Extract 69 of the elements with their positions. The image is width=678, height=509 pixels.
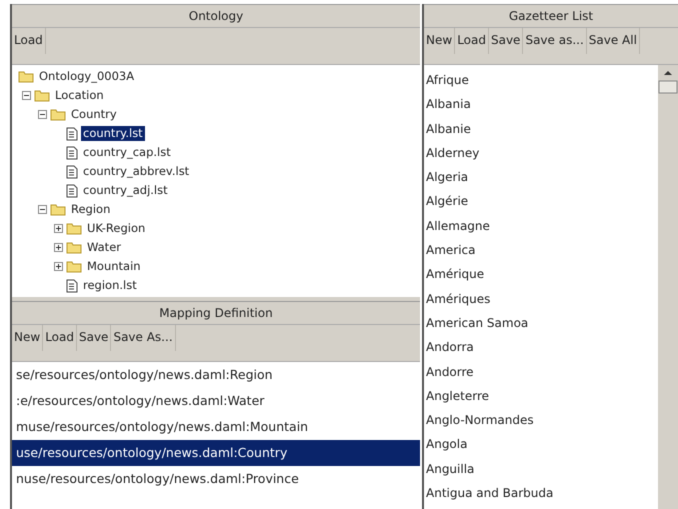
tree-item[interactable]: Country	[69, 107, 119, 122]
toolbar-button[interactable]: Save All	[586, 28, 640, 54]
tree-item[interactable]: country_cap.lst	[81, 145, 173, 160]
file-icon	[66, 126, 78, 140]
folder-icon	[66, 241, 82, 254]
folder-icon	[66, 222, 82, 235]
tree-item[interactable]: country.lst	[81, 126, 145, 141]
folder-icon	[34, 89, 50, 102]
scrollbar-thumb[interactable]	[658, 80, 678, 94]
folder-icon	[66, 260, 82, 273]
list-item[interactable]: Angleterre	[424, 384, 658, 408]
file-icon	[66, 278, 78, 292]
file-icon	[66, 146, 78, 160]
list-item[interactable]: Andorre	[424, 360, 658, 384]
expand-icon[interactable]	[54, 224, 62, 233]
tree-item[interactable]: Region	[69, 202, 112, 217]
folder-icon	[18, 70, 34, 83]
folder-icon	[50, 108, 66, 121]
toolbar-button[interactable]: Save as...	[523, 28, 587, 54]
list-item[interactable]: nuse/resources/ontology/news.daml:Province	[12, 466, 420, 492]
tree-item[interactable]: Mountain	[85, 259, 143, 274]
toolbar-button[interactable]: Load	[455, 28, 489, 54]
list-item[interactable]: Anglo-Normandes	[424, 408, 658, 432]
expand-icon[interactable]	[54, 243, 62, 252]
list-item[interactable]: Algeria	[424, 165, 658, 190]
scrollbar[interactable]	[658, 65, 678, 509]
expand-icon[interactable]	[54, 262, 62, 271]
toolbar-button[interactable]: Save As...	[111, 325, 176, 351]
collapse-icon[interactable]	[38, 205, 46, 214]
folder-icon	[50, 203, 66, 216]
list-item[interactable]: Amérique	[424, 262, 658, 287]
list-item[interactable]: America	[424, 238, 658, 262]
tree-item[interactable]: Ontology_0003A	[37, 69, 136, 84]
tree-item[interactable]: UK-Region	[85, 221, 148, 236]
collapse-icon[interactable]	[38, 110, 46, 119]
tree-item[interactable]: country_abbrev.lst	[81, 164, 192, 179]
toolbar-button[interactable]: Load	[43, 325, 77, 351]
panel-title: Mapping Definition	[12, 301, 420, 325]
list-item[interactable]: Alderney	[424, 140, 658, 166]
toolbar-button[interactable]: Load	[12, 28, 46, 54]
list-item[interactable]: Allemagne	[424, 214, 658, 238]
toolbar-button[interactable]: Save	[76, 325, 112, 351]
toolbar-button[interactable]: New	[12, 325, 44, 351]
collapse-icon[interactable]	[22, 91, 30, 100]
list-item[interactable]: Albanie	[424, 116, 658, 141]
list-item[interactable]: muse/resources/ontology/news.daml:Mountain	[12, 414, 420, 440]
file-icon	[66, 184, 78, 198]
tree-item[interactable]: Water	[85, 240, 123, 255]
list-item[interactable]: Angola	[424, 432, 658, 457]
panel-title: Gazetteer List	[424, 4, 678, 28]
scroll-up-icon[interactable]	[664, 71, 672, 75]
list-item[interactable]: se/resources/ontology/news.daml:Region	[12, 362, 420, 388]
file-icon	[66, 164, 78, 178]
list-item[interactable]: Andorra	[424, 335, 658, 360]
list-item[interactable]: Afrique	[424, 68, 658, 92]
toolbar-button[interactable]: Save	[488, 28, 524, 54]
toolbar-button[interactable]: New	[424, 28, 456, 54]
list-item[interactable]: Anguilla	[424, 456, 658, 482]
tree-item[interactable]: region.lst	[81, 278, 139, 293]
tree-item[interactable]: country_adj.lst	[81, 183, 170, 198]
list-item[interactable]: use/resources/ontology/news.daml:Country	[12, 440, 420, 466]
list-item[interactable]: Albania	[424, 92, 658, 117]
list-item[interactable]: Algérie	[424, 189, 658, 214]
tree-item[interactable]: Location	[53, 88, 106, 103]
list-item[interactable]: :e/resources/ontology/news.daml:Water	[12, 388, 420, 414]
list-item[interactable]: American Samoa	[424, 310, 658, 336]
panel-title: Ontology	[12, 4, 420, 28]
list-item[interactable]: Amériques	[424, 286, 658, 311]
list-item[interactable]: Antigua and Barbuda	[424, 481, 658, 506]
